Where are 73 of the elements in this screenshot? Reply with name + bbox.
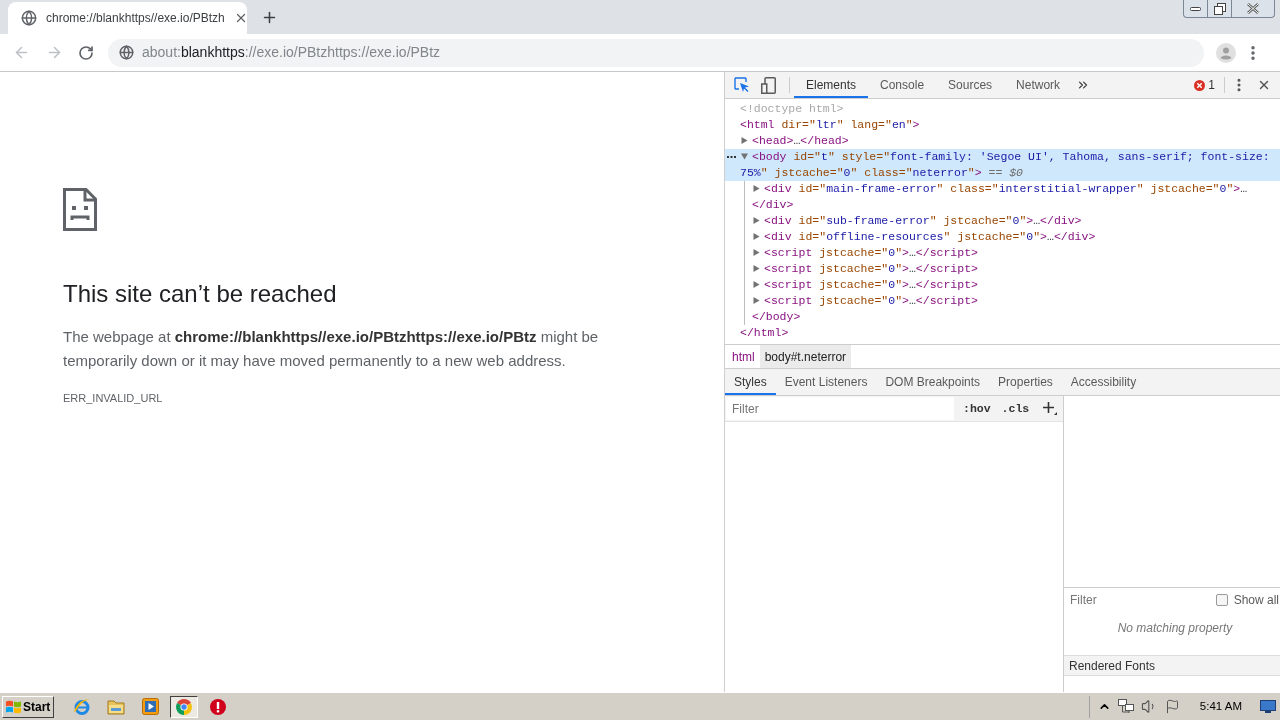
windows-logo-icon xyxy=(6,699,21,714)
dom-node[interactable]: <html dir="ltr" lang="en"> xyxy=(725,117,1280,133)
new-tab-icon[interactable] xyxy=(261,9,278,26)
start-button[interactable]: Start xyxy=(2,695,54,718)
expanded-triangle-icon[interactable] xyxy=(741,153,748,160)
dom-node[interactable]: <script jstcache="0">…</script> xyxy=(725,277,1280,293)
tab-title: chrome://blankhttps//exe.io/PBtzh xyxy=(46,10,225,27)
close-icon[interactable] xyxy=(1257,78,1271,92)
collapsed-triangle-icon[interactable] xyxy=(753,281,760,288)
url-text: about:blankhttps://exe.io/PBtzhttps://exe.io/PBtz xyxy=(142,43,441,62)
collapsed-triangle-icon[interactable] xyxy=(753,185,760,192)
style-toggle-button[interactable]: :hov xyxy=(961,399,993,418)
devtools-tab[interactable]: Sources xyxy=(936,72,1005,98)
show-all-checkbox[interactable]: Show all xyxy=(1215,590,1280,609)
sad-page-icon xyxy=(63,188,97,231)
play-icon xyxy=(141,698,159,715)
devtools-tab[interactable]: Network xyxy=(1004,72,1073,98)
minimize-icon xyxy=(1190,6,1201,11)
clock[interactable]: 5:41 AM xyxy=(1199,697,1242,716)
checkbox-icon[interactable] xyxy=(1215,593,1228,606)
closing-tag[interactable]: </html> xyxy=(725,325,1280,341)
devtools-tab[interactable]: Console xyxy=(868,72,937,98)
dom-node[interactable]: <head>…</head> xyxy=(725,133,1280,149)
filter-field[interactable]: Filter xyxy=(1064,588,1216,611)
error-icon xyxy=(1194,79,1206,91)
dom-node[interactable]: <script jstcache="0">…</script> xyxy=(725,293,1280,309)
collapsed-triangle-icon[interactable] xyxy=(753,233,760,240)
sidebar-tab[interactable]: DOM Breakpoints xyxy=(876,369,990,395)
avatar-icon[interactable] xyxy=(1216,42,1236,63)
folder-icon xyxy=(107,698,125,715)
section-header[interactable]: Rendered Fonts xyxy=(1064,655,1280,676)
breadcrumb[interactable]: html xyxy=(727,345,760,368)
sidebar-tab[interactable]: Properties xyxy=(989,369,1062,395)
dom-node[interactable]: <div id="offline-resources" jstcache="0">…</div> xyxy=(725,229,1280,245)
sidebar-tab[interactable]: Event Listeners xyxy=(775,369,877,395)
globe-icon xyxy=(21,10,37,26)
reload-icon[interactable] xyxy=(78,44,94,61)
alert-icon xyxy=(210,698,226,715)
ring-logo-icon xyxy=(73,697,91,716)
error-count-button[interactable]: 1 xyxy=(1194,76,1224,94)
sidebar-tab[interactable]: Accessibility xyxy=(1061,369,1146,395)
closing-tag[interactable]: </body> xyxy=(725,309,1280,325)
collapsed-triangle-icon[interactable] xyxy=(753,265,760,272)
dom-node[interactable]: <div id="main-frame-error" class="interstitial-wrapper" jstcache="0">… </div> xyxy=(725,181,1280,213)
close-icon xyxy=(1247,3,1259,14)
restore-icon xyxy=(1213,2,1226,15)
taskbar-app-button[interactable] xyxy=(170,695,198,718)
flag-icon[interactable] xyxy=(1164,699,1180,714)
collapsed-triangle-icon[interactable] xyxy=(753,217,760,224)
breadcrumb[interactable]: body#t.neterror xyxy=(759,345,852,368)
collapsed-triangle-icon[interactable] xyxy=(753,249,760,256)
collapsed-triangle-icon[interactable] xyxy=(741,137,748,144)
devtools-tab[interactable]: Elements xyxy=(794,72,869,98)
error-heading: This site can’t be reached xyxy=(63,279,338,309)
address-bar[interactable]: about:blankhttps://exe.io/PBtzhttps://exe.io/PBtz xyxy=(108,38,1204,67)
dom-node[interactable]: <script jstcache="0">…</script> xyxy=(725,245,1280,261)
show-desktop-icon[interactable] xyxy=(1260,700,1276,713)
browser-tab[interactable]: chrome://blankhttps//exe.io/PBtzh xyxy=(8,2,247,34)
globe-icon xyxy=(119,45,134,60)
filter-field[interactable]: Filter xyxy=(726,397,954,420)
network-icon[interactable] xyxy=(1117,699,1134,714)
round-logo-icon xyxy=(176,698,192,715)
error-code: ERR_INVALID_URL xyxy=(63,391,164,406)
style-toggle-button[interactable]: .cls xyxy=(999,399,1032,418)
empty-message: No matching property xyxy=(1117,620,1233,637)
dom-node[interactable]: <body id="t" style="font-family: 'Segoe UI', Tahoma, sans-serif; font-size: 75%" jstcache="0" class="neterror"> == $0 xyxy=(725,149,1280,181)
collapsed-triangle-icon[interactable] xyxy=(753,297,760,304)
dom-node[interactable]: <script jstcache="0">…</script> xyxy=(725,261,1280,277)
error-message: The webpage at chrome://blankhttps//exe.io/PBtzhttps://exe.io/PBtz might be temporarily down or it may have moved permanently to a new web address. xyxy=(63,327,600,371)
inspect-icon[interactable] xyxy=(734,77,750,93)
dom-node[interactable]: <div id="sub-frame-error" jstcache="0">…</div> xyxy=(725,213,1280,229)
plus-icon[interactable] xyxy=(1043,402,1058,415)
device-icon[interactable] xyxy=(761,76,776,94)
